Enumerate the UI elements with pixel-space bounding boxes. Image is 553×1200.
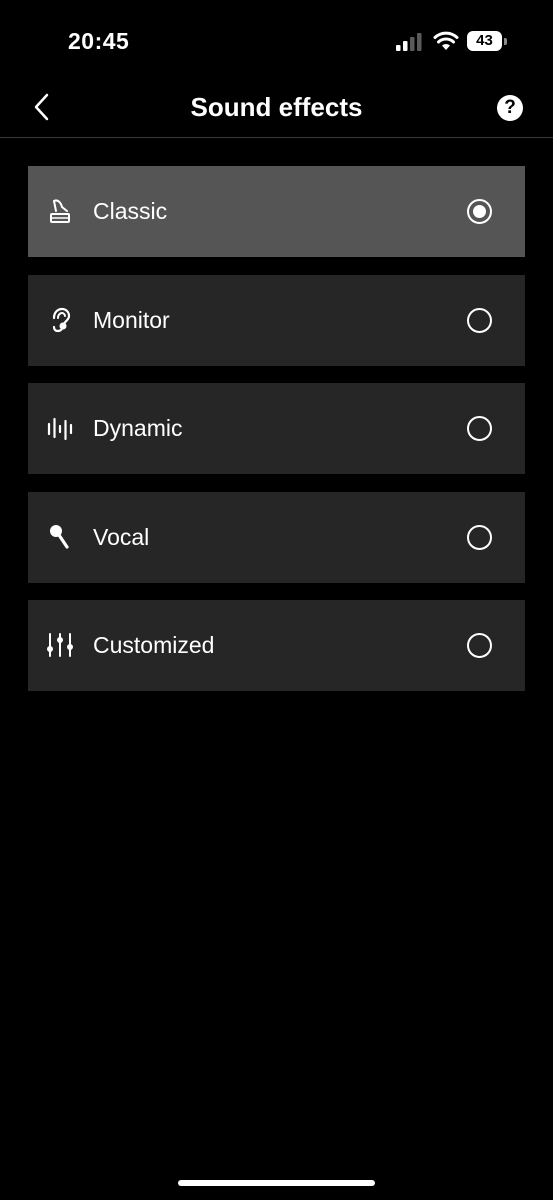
radio-unselected[interactable]	[467, 524, 492, 550]
effect-label: Dynamic	[93, 415, 183, 441]
effect-item-customized[interactable]: Customized	[28, 600, 525, 691]
battery-icon: 43	[467, 31, 507, 52]
effect-item-monitor[interactable]: Monitor	[28, 274, 525, 366]
battery-tip	[504, 38, 507, 45]
waveform-icon	[47, 417, 73, 441]
radio-unselected[interactable]	[467, 633, 492, 658]
home-indicator[interactable]	[178, 1180, 375, 1186]
effect-label: Classic	[93, 198, 168, 224]
effect-label: Vocal	[93, 523, 150, 550]
radio-unselected[interactable]	[467, 307, 492, 333]
page-title: Sound effects	[190, 92, 363, 122]
status-bar: 20:45 43	[0, 0, 553, 84]
nav-bar: Sound effects ?	[0, 84, 553, 138]
help-button[interactable]: ?	[497, 95, 523, 121]
ear-icon	[52, 307, 71, 332]
radio-selected[interactable]	[467, 199, 492, 224]
effect-label: Customized	[93, 632, 215, 658]
effect-item-vocal[interactable]: Vocal	[28, 491, 525, 583]
radio-dot	[473, 205, 486, 218]
effect-item-dynamic[interactable]: Dynamic	[28, 383, 525, 474]
effect-label: Monitor	[93, 306, 170, 333]
radio-unselected[interactable]	[467, 416, 492, 441]
gramophone-icon	[50, 199, 70, 223]
status-time: 20:45	[68, 28, 130, 54]
effect-item-classic[interactable]: Classic	[28, 166, 525, 257]
wifi-icon	[433, 31, 459, 50]
microphone-icon	[50, 524, 69, 549]
battery-level: 43	[467, 31, 502, 51]
signal-icon	[396, 33, 422, 51]
sound-effects-list: Classic Monitor Dynamic Vocal Customized	[28, 166, 525, 709]
equalizer-sliders-icon	[47, 633, 73, 657]
